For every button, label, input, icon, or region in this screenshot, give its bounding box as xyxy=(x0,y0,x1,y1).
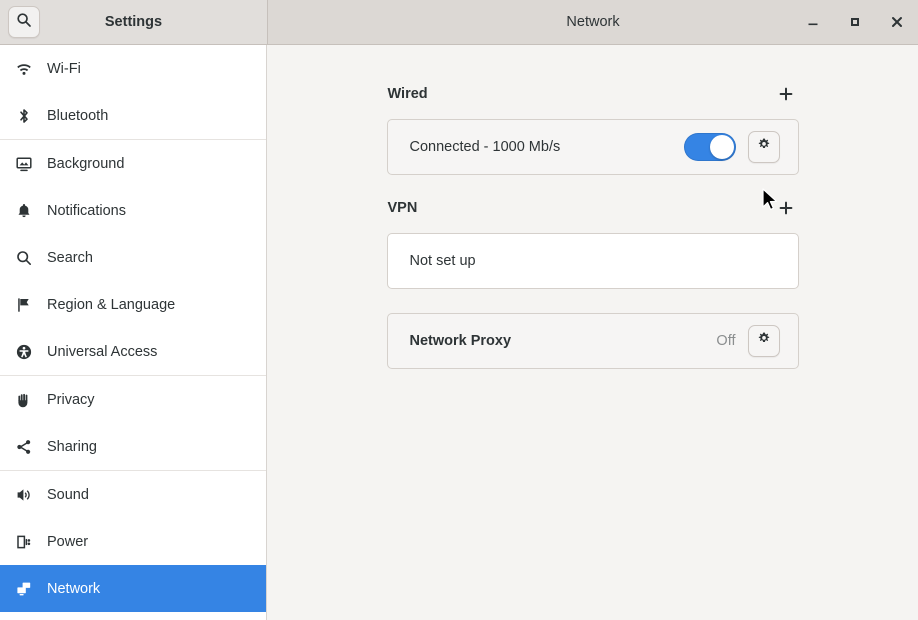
gear-icon xyxy=(756,331,772,352)
vpn-section-header: VPN xyxy=(387,197,799,219)
sidebar-item-label: Sharing xyxy=(47,438,97,455)
sidebar-item-background[interactable]: Background xyxy=(0,140,266,187)
wired-toggle[interactable] xyxy=(683,133,736,161)
vpn-status-label: Not set up xyxy=(409,253,476,269)
share-icon xyxy=(14,437,34,457)
maximize-button[interactable] xyxy=(844,11,866,33)
sidebar-item-label: Power xyxy=(47,533,89,550)
sidebar-item-label: Search xyxy=(47,249,93,266)
sidebar-item-wifi[interactable]: Wi-Fi xyxy=(0,45,266,92)
wired-section-header: Wired xyxy=(387,83,799,105)
vpn-row[interactable]: Not set up xyxy=(386,233,799,289)
close-button[interactable] xyxy=(886,11,908,33)
sidebar-item-label: Region & Language xyxy=(47,296,176,313)
bell-icon xyxy=(14,201,34,221)
flag-icon xyxy=(14,295,34,315)
sidebar-item-label: Wi-Fi xyxy=(47,60,81,77)
wired-connection-row[interactable]: Connected - 1000 Mb/s xyxy=(386,119,799,175)
search-icon xyxy=(14,248,34,268)
wired-settings-button[interactable] xyxy=(747,131,780,163)
wifi-icon xyxy=(14,59,34,79)
sidebar-item-region-language[interactable]: Region & Language xyxy=(0,281,266,328)
search-icon xyxy=(16,12,32,33)
sidebar-item-privacy[interactable]: Privacy xyxy=(0,376,266,423)
minimize-button[interactable] xyxy=(802,11,824,33)
battery-icon xyxy=(14,532,34,552)
sidebar-item-search[interactable]: Search xyxy=(0,234,266,281)
gear-icon xyxy=(756,137,772,158)
hand-icon xyxy=(14,390,34,410)
sidebar-item-label: Bluetooth xyxy=(47,107,109,124)
sidebar-item-sound[interactable]: Sound xyxy=(0,471,266,518)
sidebar-item-label: Notifications xyxy=(47,202,126,219)
sidebar-item-power[interactable]: Power xyxy=(0,518,266,565)
sidebar-item-notifications[interactable]: Notifications xyxy=(0,187,266,234)
sidebar-item-sharing[interactable]: Sharing xyxy=(0,423,266,470)
network-proxy-settings-button[interactable] xyxy=(747,325,780,357)
main-headerbar: Network xyxy=(267,0,918,45)
sidebar-item-universal-access[interactable]: Universal Access xyxy=(0,328,266,375)
speaker-icon xyxy=(14,485,34,505)
network-icon xyxy=(14,579,34,599)
wired-section-title: Wired xyxy=(387,86,428,102)
wired-status-label: Connected - 1000 Mb/s xyxy=(409,139,561,155)
network-proxy-row[interactable]: Network Proxy Off xyxy=(386,313,799,369)
network-proxy-label: Network Proxy xyxy=(409,333,512,349)
toggle-knob xyxy=(709,135,734,159)
accessibility-icon xyxy=(14,342,34,362)
window-controls xyxy=(802,11,908,33)
sidebar-item-network[interactable]: Network xyxy=(0,565,266,612)
sidebar-title: Settings xyxy=(104,14,163,30)
sidebar-item-label: Universal Access xyxy=(47,343,158,360)
sidebar-item-label: Privacy xyxy=(47,391,95,408)
vpn-section-title: VPN xyxy=(387,200,418,216)
sidebar: Wi-Fi Bluetooth Background Notifications… xyxy=(0,45,267,620)
headerbar: Settings Network xyxy=(0,0,918,45)
sidebar-item-bluetooth[interactable]: Bluetooth xyxy=(0,92,266,139)
content-area: Wired Connected - 1000 Mb/s VPN Not set … xyxy=(267,45,918,620)
sidebar-item-label: Network xyxy=(47,580,101,597)
network-proxy-status: Off xyxy=(716,333,736,349)
bluetooth-icon xyxy=(14,106,34,126)
add-vpn-button[interactable] xyxy=(774,196,798,220)
sidebar-headerbar: Settings xyxy=(0,0,267,45)
settings-window: Settings Network Wi-Fi Bluetooth Backgro… xyxy=(0,0,918,620)
sidebar-item-label: Sound xyxy=(47,486,89,503)
add-wired-button[interactable] xyxy=(774,82,798,106)
background-icon xyxy=(14,154,34,174)
window-body: Wi-Fi Bluetooth Background Notifications… xyxy=(0,45,918,620)
sidebar-item-label: Background xyxy=(47,155,125,172)
search-button[interactable] xyxy=(8,6,40,38)
network-panel: Wired Connected - 1000 Mb/s VPN Not set … xyxy=(386,45,799,369)
